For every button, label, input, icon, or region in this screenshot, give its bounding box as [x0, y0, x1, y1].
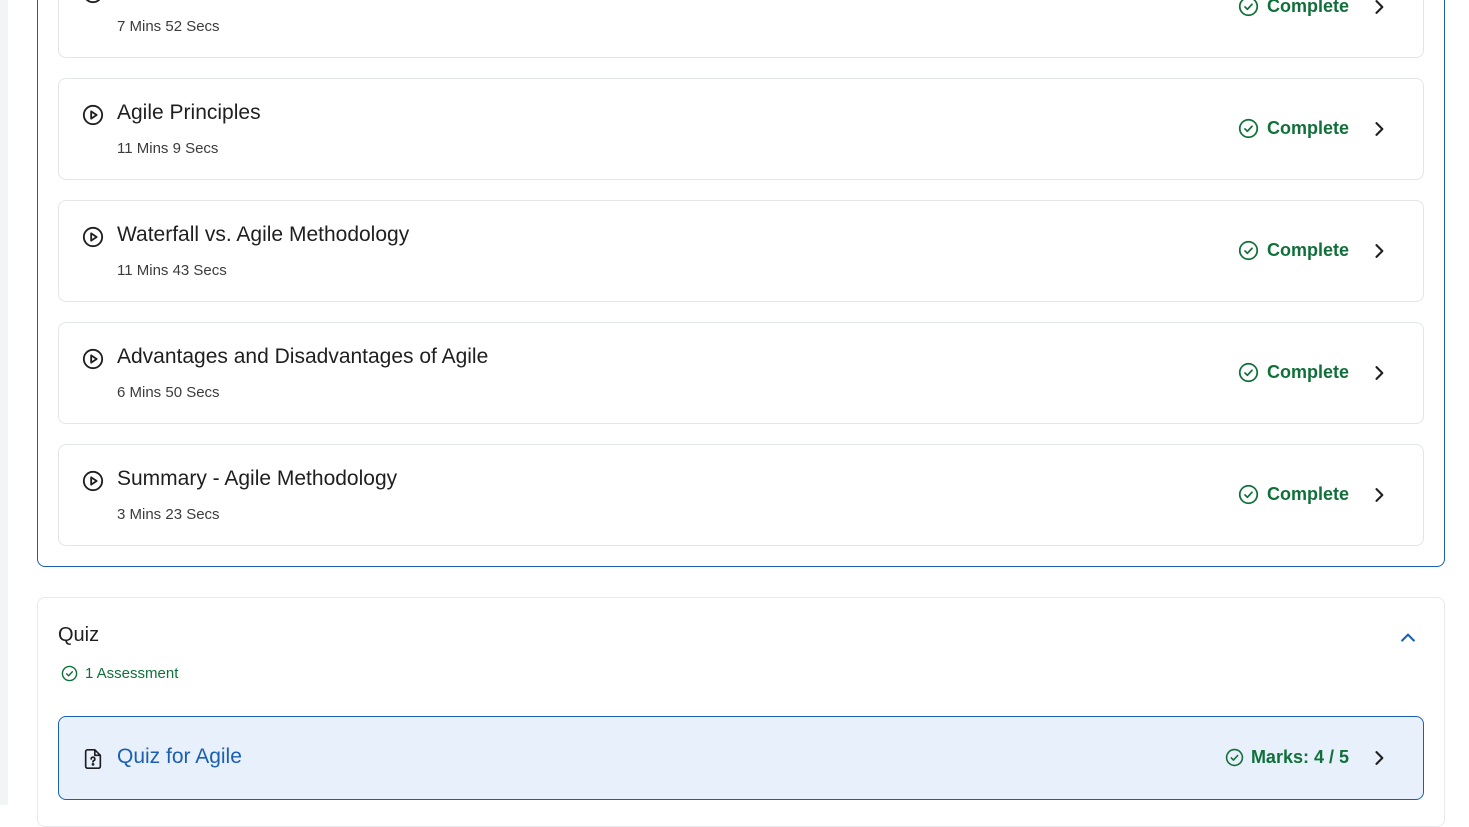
lesson-status: Complete	[1238, 240, 1349, 261]
quiz-item-row[interactable]: Quiz for Agile Marks: 4 / 5	[58, 716, 1424, 800]
left-rail	[0, 0, 8, 805]
lesson-title: Waterfall vs. Agile Methodology	[117, 223, 410, 246]
lesson-status: Complete	[1238, 0, 1349, 17]
lesson-duration: 3 Mins 23 Secs	[117, 506, 220, 523]
lesson-title: Agile Principles	[117, 101, 261, 124]
play-circle-icon	[82, 104, 104, 126]
check-circle-icon	[1238, 118, 1259, 139]
lesson-status-label: Complete	[1266, 240, 1349, 260]
check-circle-icon	[61, 665, 78, 682]
lesson-status-label: Complete	[1266, 0, 1349, 16]
quiz-marks-label: Marks: 4 / 5	[1250, 747, 1349, 767]
lesson-status-label: Complete	[1266, 484, 1349, 504]
lesson-duration: 11 Mins 43 Secs	[117, 262, 227, 279]
lesson-row[interactable]: 7 Mins 52 Secs Complete	[58, 0, 1424, 58]
check-circle-icon	[1238, 362, 1259, 383]
lesson-title: Advantages and Disadvantages of Agile	[117, 345, 489, 368]
lesson-status: Complete	[1238, 362, 1349, 383]
quiz-section-title: Quiz	[58, 624, 100, 646]
lesson-status-label: Complete	[1266, 362, 1349, 382]
chevron-right-icon[interactable]	[1369, 363, 1389, 383]
assessment-count-label: 1 Assessment	[85, 665, 179, 682]
lesson-status: Complete	[1238, 118, 1349, 139]
play-circle-icon	[82, 348, 104, 370]
check-circle-icon	[1238, 484, 1259, 505]
check-circle-icon	[1225, 748, 1244, 767]
chevron-right-icon[interactable]	[1369, 241, 1389, 261]
quiz-document-icon	[84, 749, 102, 769]
lesson-status-label: Complete	[1266, 118, 1349, 138]
play-circle-icon	[85, 0, 101, 4]
play-circle-icon	[82, 226, 104, 248]
lesson-row[interactable]: Waterfall vs. Agile Methodology 11 Mins …	[58, 200, 1424, 302]
lesson-row[interactable]: Summary - Agile Methodology 3 Mins 23 Se…	[58, 444, 1424, 546]
lesson-duration: 6 Mins 50 Secs	[117, 384, 220, 401]
chevron-right-icon[interactable]	[1369, 748, 1389, 768]
chevron-up-icon[interactable]	[1398, 628, 1418, 648]
quiz-section-card: Quiz 1 Assessment Quiz for Agile Marks: …	[37, 597, 1445, 827]
lesson-row[interactable]: Agile Principles 11 Mins 9 Secs Complete	[58, 78, 1424, 180]
lesson-duration: 11 Mins 9 Secs	[117, 140, 219, 157]
check-circle-icon	[1238, 240, 1259, 261]
lesson-status: Complete	[1238, 484, 1349, 505]
lesson-title: Summary - Agile Methodology	[117, 467, 398, 490]
chevron-right-icon[interactable]	[1369, 485, 1389, 505]
chevron-right-icon[interactable]	[1369, 0, 1389, 17]
play-circle-icon	[82, 470, 104, 492]
assessment-count: 1 Assessment	[61, 665, 178, 682]
quiz-item-title[interactable]: Quiz for Agile	[117, 745, 242, 769]
quiz-marks: Marks: 4 / 5	[1225, 747, 1349, 768]
chevron-right-icon[interactable]	[1369, 119, 1389, 139]
check-circle-icon	[1238, 0, 1259, 17]
lesson-row[interactable]: Advantages and Disadvantages of Agile 6 …	[58, 322, 1424, 424]
lesson-duration: 7 Mins 52 Secs	[117, 18, 220, 35]
